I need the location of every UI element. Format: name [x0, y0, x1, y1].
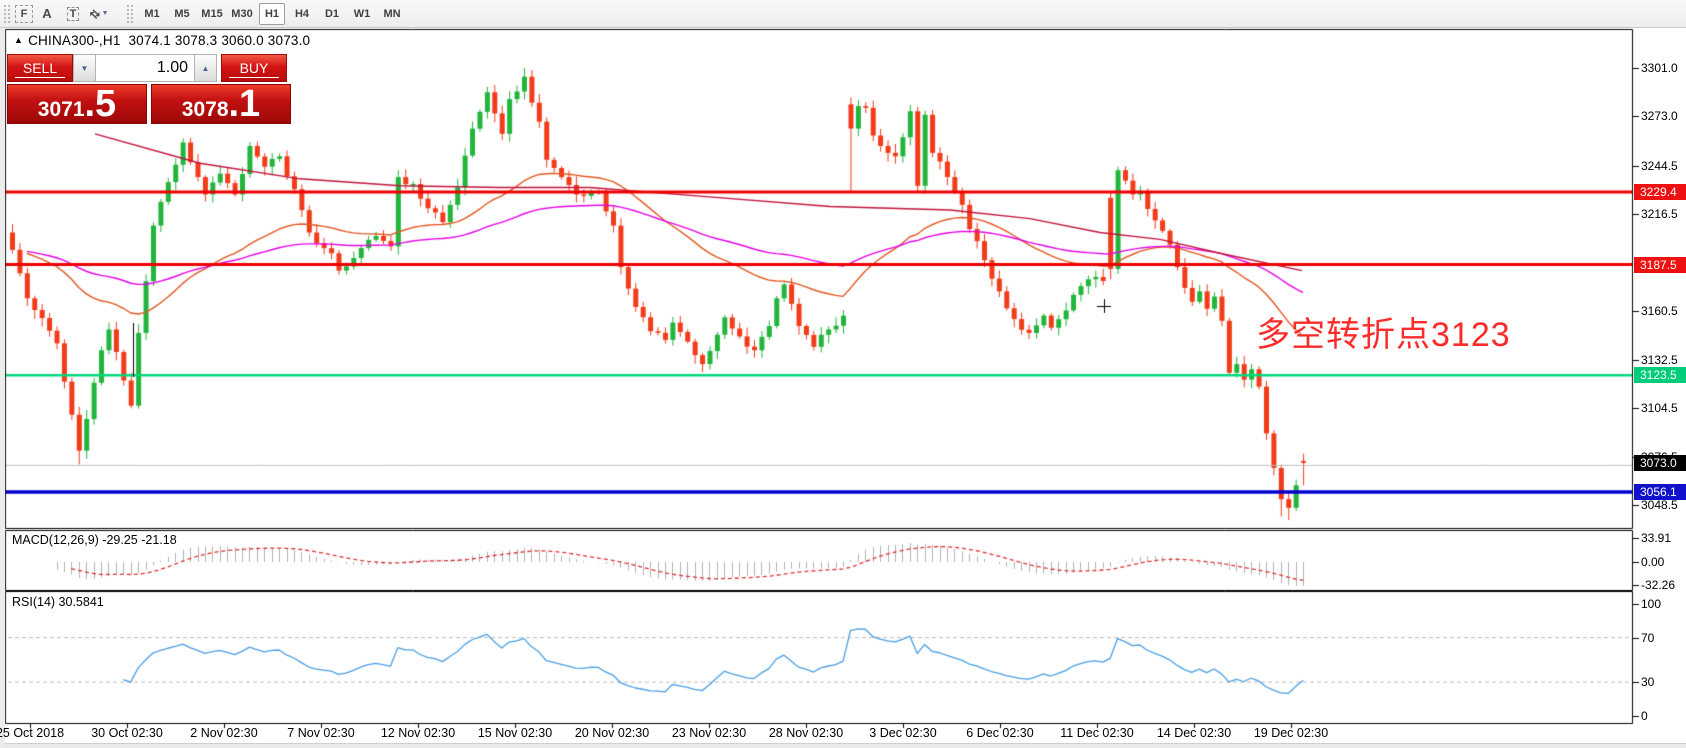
- price-tick-label: 3048.5: [1641, 498, 1686, 512]
- collapse-triangle-icon[interactable]: ▲: [14, 35, 23, 45]
- sell-price-frac: .5: [85, 85, 117, 123]
- time-axis-label: 11 Dec 02:30: [1060, 726, 1133, 740]
- time-axis-label: 2 Nov 02:30: [190, 726, 257, 740]
- time-axis-label: 23 Nov 02:30: [672, 726, 746, 740]
- one-click-trade-panel: SELL ▼ ▲ BUY 3071 .5 3078 .1: [7, 54, 291, 124]
- rsi-tick-label: 100: [1641, 597, 1686, 611]
- time-axis-label: 6 Dec 02:30: [966, 726, 1033, 740]
- timeframe-button-m30[interactable]: M30: [229, 3, 255, 25]
- timeframe-group: M1M5M15M30H1H4D1W1MN: [137, 3, 407, 25]
- price-tick-label: 3301.0: [1641, 61, 1686, 75]
- toolbar-grip[interactable]: [3, 4, 11, 24]
- time-axis-label: 7 Nov 02:30: [287, 726, 354, 740]
- buy-price-display[interactable]: 3078 .1: [151, 84, 291, 124]
- macd-tick-label: -32.26: [1641, 578, 1686, 592]
- price-badge: 3056.1: [1634, 484, 1686, 500]
- price-badge: 3073.0: [1634, 455, 1686, 471]
- timeframe-button-m1[interactable]: M1: [139, 3, 165, 25]
- price-tick-label: 3273.0: [1641, 109, 1686, 123]
- rsi-label: RSI(14) 30.5841: [12, 595, 104, 609]
- price-tick-label: 3160.5: [1641, 304, 1686, 318]
- time-axis-label: 28 Nov 02:30: [769, 726, 843, 740]
- time-axis-label: 3 Dec 02:30: [869, 726, 936, 740]
- chart-annotation-text: 多空转折点3123: [1256, 307, 1511, 356]
- sell-button[interactable]: SELL: [7, 54, 73, 82]
- timeframe-button-mn[interactable]: MN: [379, 3, 405, 25]
- fibonacci-tool-icon[interactable]: F: [15, 5, 33, 23]
- text-tool-icon[interactable]: A: [35, 2, 59, 26]
- timeframe-button-d1[interactable]: D1: [319, 3, 345, 25]
- buy-price-frac: .1: [229, 85, 261, 123]
- price-badge: 3123.5: [1634, 367, 1686, 383]
- time-axis-label: 14 Dec 02:30: [1157, 726, 1231, 740]
- time-axis-label: 25 Oct 2018: [0, 726, 64, 740]
- rsi-tick-label: 70: [1641, 631, 1686, 645]
- time-axis-label: 30 Oct 02:30: [91, 726, 163, 740]
- time-axis-label: 15 Nov 02:30: [478, 726, 552, 740]
- volume-decrease-button[interactable]: ▼: [73, 54, 96, 82]
- time-axis-label: 19 Dec 02:30: [1254, 726, 1328, 740]
- ohlc-values: 3074.1 3078.3 3060.0 3073.0: [128, 33, 310, 48]
- volume-increase-button[interactable]: ▲: [194, 54, 217, 82]
- time-axis-label: 12 Nov 02:30: [381, 726, 455, 740]
- timeframe-button-h1[interactable]: H1: [259, 3, 285, 25]
- sell-price-main: 3071: [38, 91, 85, 129]
- timeframe-button-w1[interactable]: W1: [349, 3, 375, 25]
- price-tick-label: 3244.5: [1641, 159, 1686, 173]
- price-tick-label: 3132.5: [1641, 353, 1686, 367]
- volume-input[interactable]: [96, 54, 194, 82]
- price-badge: 3187.5: [1634, 257, 1686, 273]
- macd-label: MACD(12,26,9) -29.25 -21.18: [12, 533, 177, 547]
- trading-platform-window: F A T ⇄▼ M1M5M15M30H1H4D1W1MN ▲ CHINA300-…: [0, 0, 1686, 748]
- chart-title: ▲ CHINA300-,H1 3074.1 3078.3 3060.0 3073.…: [14, 33, 310, 48]
- rsi-tick-label: 30: [1641, 675, 1686, 689]
- timeframe-button-h4[interactable]: H4: [289, 3, 315, 25]
- buy-button[interactable]: BUY: [221, 54, 287, 82]
- symbol-period-label: CHINA300-,H1: [28, 33, 120, 48]
- status-strip: [0, 743, 1686, 748]
- window-left-edge: [0, 28, 5, 748]
- sell-price-display[interactable]: 3071 .5: [7, 84, 147, 124]
- timeframe-button-m5[interactable]: M5: [169, 3, 195, 25]
- macd-tick-label: 0.00: [1641, 555, 1686, 569]
- price-tick-label: 3104.5: [1641, 401, 1686, 415]
- toolbar: F A T ⇄▼ M1M5M15M30H1H4D1W1MN: [0, 0, 1686, 28]
- price-badge: 3229.4: [1634, 184, 1686, 200]
- macd-tick-label: 33.91: [1641, 531, 1686, 545]
- label-tool-icon[interactable]: T: [61, 2, 85, 26]
- time-axis-label: 20 Nov 02:30: [575, 726, 649, 740]
- timeframe-button-m15[interactable]: M15: [199, 3, 225, 25]
- toolbar-grip[interactable]: [126, 4, 134, 24]
- arrows-tool-icon[interactable]: ⇄▼: [87, 2, 111, 26]
- rsi-tick-label: 0: [1641, 709, 1686, 723]
- price-tick-label: 3216.5: [1641, 207, 1686, 221]
- buy-price-main: 3078: [182, 91, 229, 129]
